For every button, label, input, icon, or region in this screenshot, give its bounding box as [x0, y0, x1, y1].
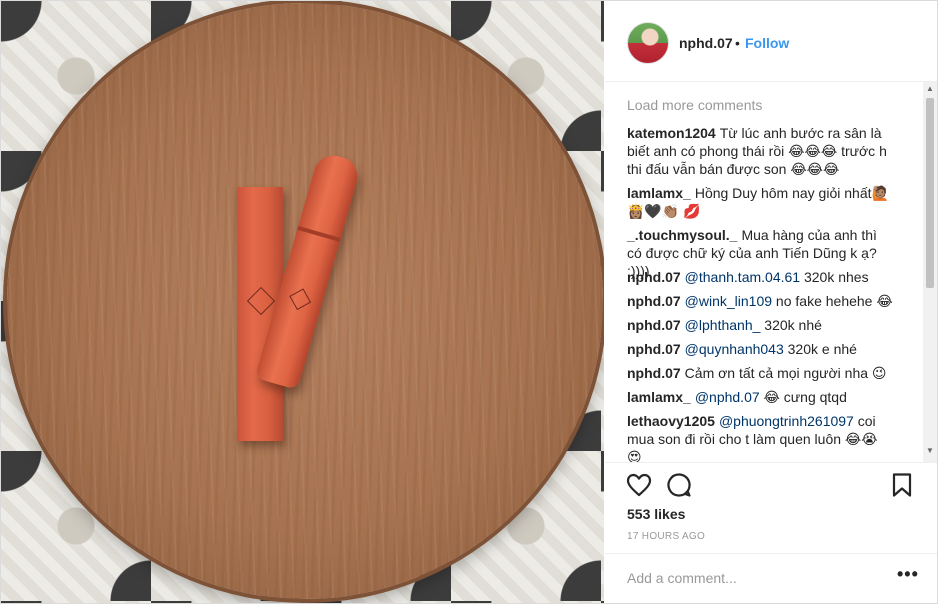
comment-username[interactable]: nphd.07 — [627, 365, 681, 381]
avatar-photo-icon — [628, 23, 668, 63]
scrollbar-thumb[interactable] — [926, 98, 934, 288]
comments-scrollbar[interactable]: ▲ ▼ — [923, 82, 937, 462]
comment-username[interactable]: lethaovy1205 — [627, 413, 715, 429]
more-options-icon[interactable]: ••• — [897, 564, 919, 585]
comment-text: no fake hehehe 😂 — [772, 293, 893, 309]
comment-item: nphd.07 Cảm ơn tất cả mọi người nha 😉 — [627, 364, 895, 382]
comment-mention[interactable]: @nphd.07 — [695, 389, 760, 405]
comment-item: nphd.07 @quynhanh043 320k e nhé — [627, 340, 895, 358]
comment-text: 320k e nhé — [783, 341, 857, 357]
brand-logo-icon — [246, 286, 276, 316]
comment-username[interactable]: lamlamx_ — [627, 389, 691, 405]
comment-icon[interactable] — [665, 471, 693, 499]
avatar[interactable] — [627, 22, 669, 64]
add-comment-input[interactable] — [627, 566, 887, 590]
comment-text: Cảm ơn tất cả mọi người nha 😉 — [684, 365, 887, 381]
comment-item: katemon1204 Từ lúc anh bước ra sân là biế… — [627, 124, 895, 178]
comment-item: lamlamx_ @nphd.07 😂 cưng qtqd — [627, 388, 895, 406]
comment-username[interactable]: _.touchmysoul._ — [627, 227, 737, 243]
comment-item: nphd.07 @thanh.tam.04.61 320k nhes — [627, 268, 895, 286]
post-actions — [605, 462, 937, 507]
scroll-up-arrow-icon[interactable]: ▲ — [926, 84, 934, 93]
comment-mention[interactable]: @wink_lin109 — [685, 293, 772, 309]
bookmark-icon[interactable] — [888, 471, 916, 499]
comments-list: Load more comments katemon1204 Từ lúc anh… — [605, 82, 923, 462]
comment-text: 😂 cưng qtqd — [759, 389, 847, 405]
comment-item: nphd.07 @lphthanh_ 320k nhé — [627, 316, 895, 334]
likes-count[interactable]: 553 likes — [627, 506, 685, 522]
comment-username[interactable]: lamlamx_ — [627, 185, 691, 201]
comment-text: 320k nhes — [800, 269, 869, 285]
post-dialog: nphd.07 • Follow Load more comments kate… — [0, 0, 938, 604]
header-separator: • — [735, 35, 740, 51]
comment-username[interactable]: nphd.07 — [627, 317, 681, 333]
comment-item: lamlamx_ Hồng Duy hôm nay giỏi nhất🙋🏽 👸🏽🖤… — [627, 184, 895, 220]
load-more-comments[interactable]: Load more comments — [627, 97, 762, 113]
post-header: nphd.07 • Follow — [605, 1, 937, 82]
tube-band — [297, 225, 341, 242]
comment-item: lethaovy1205 @phuongtrinh261097 coi mua s… — [627, 412, 895, 462]
comment-username[interactable]: katemon1204 — [627, 125, 716, 141]
comment-mention[interactable]: @quynhanh043 — [685, 341, 784, 357]
comment-username[interactable]: nphd.07 — [627, 293, 681, 309]
comment-mention[interactable]: @lphthanh_ — [685, 317, 761, 333]
add-comment-bar: ••• — [605, 553, 937, 603]
comment-text: 320k nhé — [760, 317, 822, 333]
scroll-down-arrow-icon[interactable]: ▼ — [926, 446, 934, 455]
post-photo[interactable] — [1, 1, 604, 603]
comment-item: nphd.07 @wink_lin109 no fake hehehe 😂 — [627, 292, 895, 310]
post-username[interactable]: nphd.07 — [679, 35, 733, 51]
post-timestamp[interactable]: 17 HOURS AGO — [627, 531, 705, 542]
comment-mention[interactable]: @phuongtrinh261097 — [719, 413, 854, 429]
heart-icon[interactable] — [625, 471, 653, 499]
post-sidebar: nphd.07 • Follow Load more comments kate… — [605, 1, 937, 603]
follow-button[interactable]: Follow — [745, 35, 789, 51]
tube-logo-icon — [289, 288, 312, 311]
comment-mention[interactable]: @thanh.tam.04.61 — [685, 269, 800, 285]
comment-username[interactable]: nphd.07 — [627, 341, 681, 357]
comment-username[interactable]: nphd.07 — [627, 269, 681, 285]
